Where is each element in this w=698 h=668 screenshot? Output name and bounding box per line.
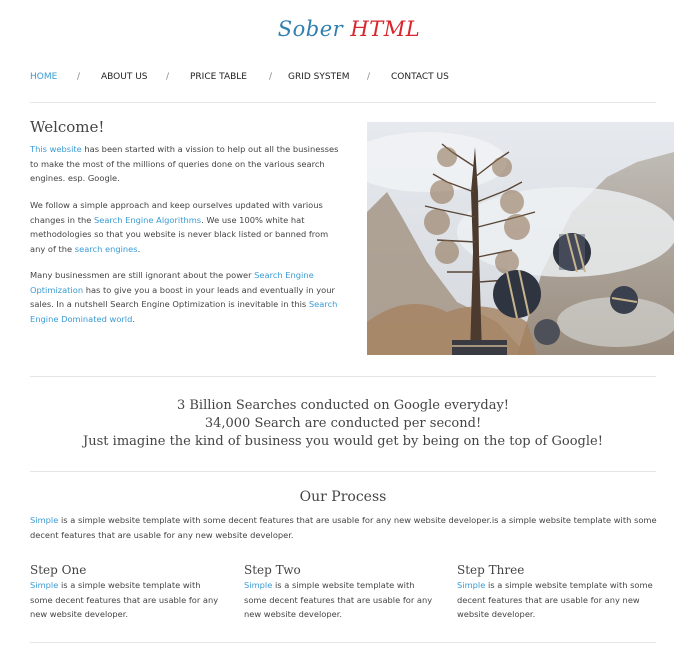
- step-title: Step Two: [244, 563, 301, 577]
- nav-contact-us[interactable]: CONTACT US: [391, 72, 449, 82]
- link-simple[interactable]: Simple: [30, 515, 58, 525]
- nav-price-table[interactable]: PRICE TABLE: [190, 72, 247, 82]
- misty-mountain-tree-illustration: [367, 122, 674, 355]
- step-title: Step Three: [457, 563, 525, 577]
- step-description: Simple is a simple website template with…: [30, 580, 219, 619]
- logo-part-sober: Sober: [277, 17, 344, 41]
- link-simple[interactable]: Simple: [244, 580, 272, 590]
- divider: [30, 376, 656, 377]
- nav-separator: /: [77, 72, 81, 82]
- nav-grid-system[interactable]: GRID SYSTEM: [288, 72, 350, 82]
- link-simple[interactable]: Simple: [457, 580, 485, 590]
- step-three: Step Three Simple is a simple website te…: [457, 563, 657, 622]
- step-description: Simple is a simple website template with…: [457, 580, 653, 619]
- logo-part-html: HTML: [350, 17, 421, 41]
- link-this-website[interactable]: This website: [30, 144, 82, 154]
- link-simple[interactable]: Simple: [30, 580, 58, 590]
- main-nav: HOME / ABOUT US / PRICE TABLE / GRID SYS…: [30, 72, 670, 84]
- step-one: Step One Simple is a simple website temp…: [30, 563, 225, 622]
- nav-separator: /: [269, 72, 273, 82]
- nav-separator: /: [166, 72, 170, 82]
- stats-banner: 3 Billion Searches conducted on Google e…: [0, 397, 686, 451]
- link-search-engines[interactable]: search engines: [75, 244, 138, 254]
- step-title: Step One: [30, 563, 87, 577]
- site-logo[interactable]: Sober HTML: [0, 17, 698, 41]
- nav-home[interactable]: HOME: [30, 72, 57, 82]
- divider: [30, 471, 656, 472]
- process-intro: Simple is a simple website template with…: [30, 515, 657, 540]
- divider: [30, 642, 656, 643]
- welcome-paragraph-1: This website has been started with a vis…: [30, 144, 339, 183]
- hero-image: [367, 122, 674, 355]
- welcome-title: Welcome!: [30, 118, 105, 136]
- step-two: Step Two Simple is a simple website temp…: [244, 563, 439, 622]
- nav-separator: /: [367, 72, 371, 82]
- process-title: Our Process: [299, 489, 387, 505]
- nav-about-us[interactable]: ABOUT US: [101, 72, 148, 82]
- banner-line-2: 34,000 Search are conducted per second!: [204, 416, 482, 431]
- banner-line-3: Just imagine the kind of business you wo…: [83, 434, 603, 449]
- divider: [30, 102, 656, 103]
- welcome-paragraph-3: Many businessmen are still ignorant abou…: [30, 270, 338, 324]
- step-description: Simple is a simple website template with…: [244, 580, 433, 619]
- welcome-paragraph-2: We follow a simple approach and keep our…: [30, 200, 329, 254]
- banner-line-1: 3 Billion Searches conducted on Google e…: [176, 398, 510, 413]
- link-search-engine-algorithms[interactable]: Search Engine Algorithms: [94, 215, 201, 225]
